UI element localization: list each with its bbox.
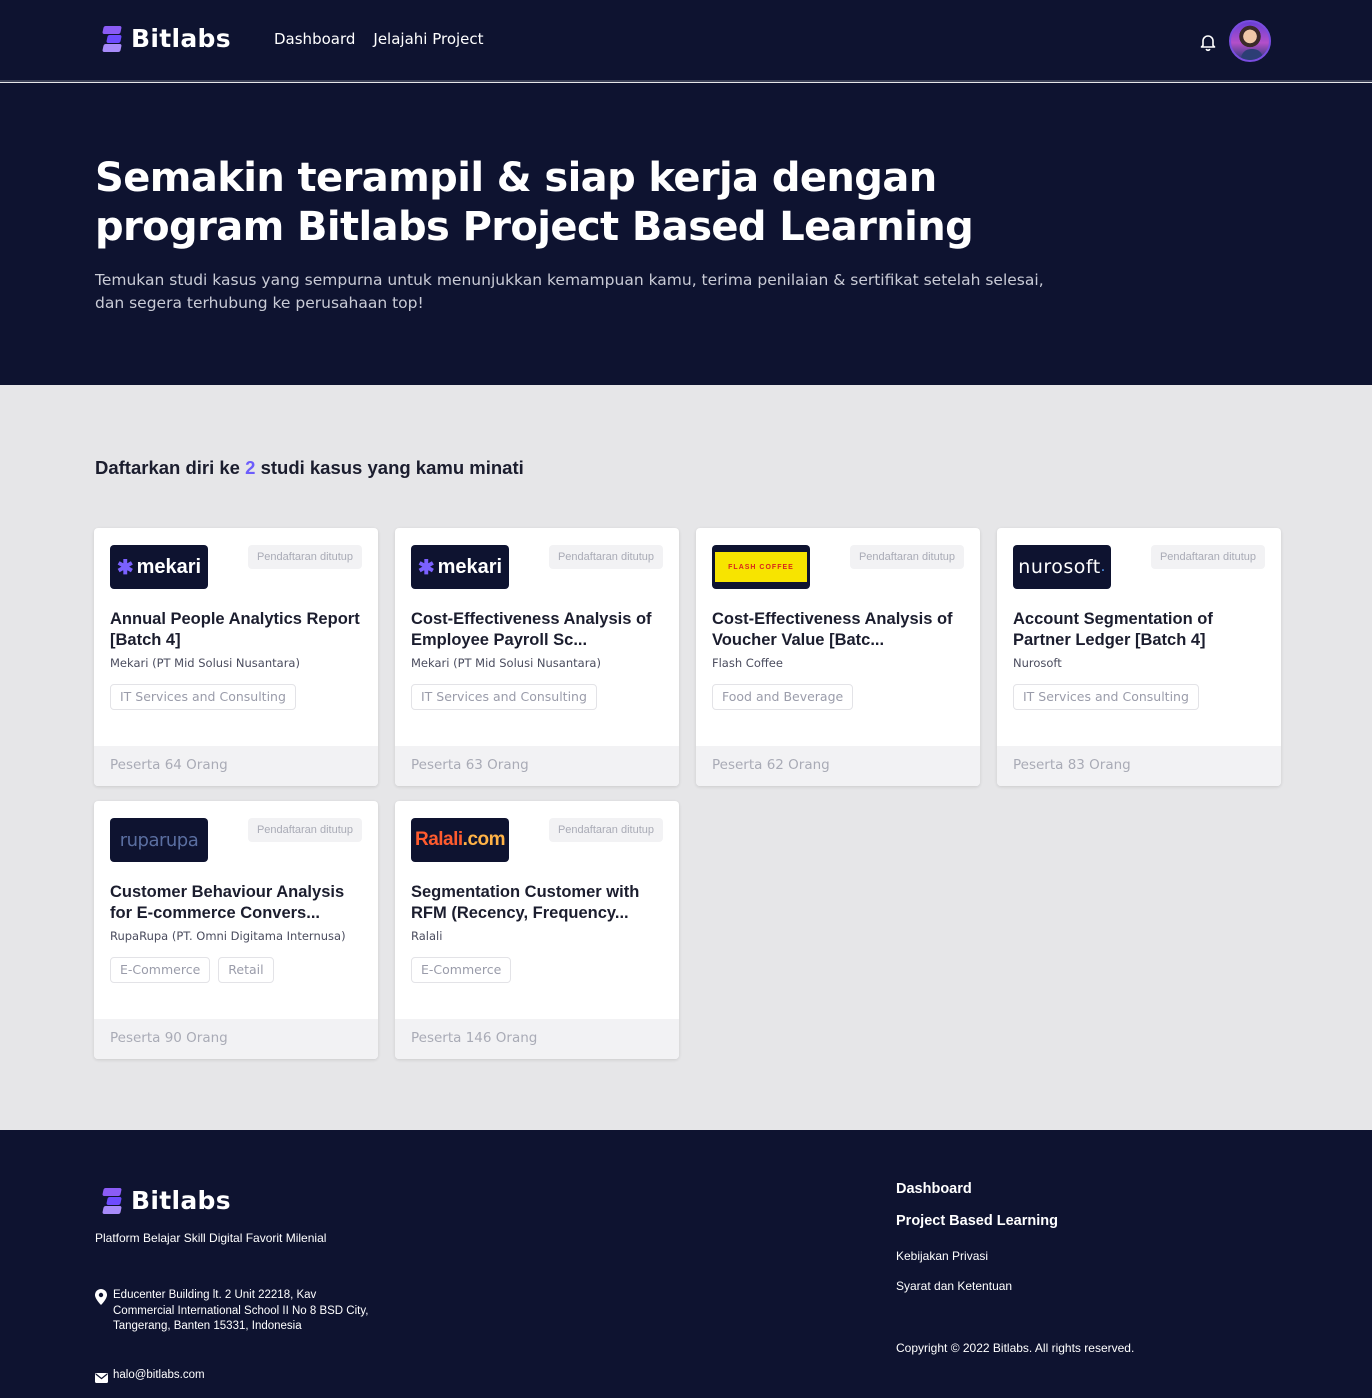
hero-subtitle: Temukan studi kasus yang sempurna untuk … xyxy=(95,271,1044,312)
participant-count: Peserta 90 Orang xyxy=(110,1030,228,1046)
tag-list: IT Services and Consulting xyxy=(110,684,296,710)
card-footer: Peserta 90 Orang xyxy=(94,1019,378,1059)
company-name: Mekari (PT Mid Solusi Nusantara) xyxy=(411,656,601,670)
card-title[interactable]: Account Segmentation of Partner Ledger [… xyxy=(1013,609,1269,650)
bitlabs-logo-icon xyxy=(101,1187,123,1214)
email-link[interactable]: halo@bitlabs.com xyxy=(113,1369,205,1381)
tag-list: IT Services and Consulting xyxy=(1013,684,1199,710)
logo-text: ruparupa xyxy=(119,829,199,851)
company-logo-mekari: ✱ mekari xyxy=(110,545,208,589)
status-badge: Pendaftaran ditutup xyxy=(548,818,663,842)
mekari-star-icon: ✱ xyxy=(417,556,435,579)
section-title-prefix: Daftarkan diri ke xyxy=(95,457,240,478)
participant-count: Peserta 62 Orang xyxy=(712,757,830,773)
company-name: Nurosoft xyxy=(1013,656,1062,670)
footer-link-privacy-policy[interactable]: Kebijakan Privasi xyxy=(896,1249,1058,1263)
main-nav: Dashboard Jelajahi Project xyxy=(274,30,484,48)
card-footer: Peserta 64 Orang xyxy=(94,746,378,786)
brand-name: Bitlabs xyxy=(131,24,231,53)
company-name: Ralali xyxy=(411,929,443,943)
address-text: Educenter Building lt. 2 Unit 22218, Kav… xyxy=(113,1289,369,1332)
footer-link-project-based-learning[interactable]: Project Based Learning xyxy=(896,1213,1058,1229)
hero-section: Semakin terampil & siap kerja dengan pro… xyxy=(0,83,1372,385)
card-footer: Peserta 63 Orang xyxy=(395,746,679,786)
section-title-suffix: studi kasus yang kamu minati xyxy=(260,457,524,478)
brand-logo-link[interactable]: Bitlabs xyxy=(101,24,231,53)
nav-link-dashboard[interactable]: Dashboard xyxy=(274,30,355,48)
industry-tag: IT Services and Consulting xyxy=(411,684,597,710)
location-pin-icon xyxy=(95,1289,107,1305)
footer-brand-name: Bitlabs xyxy=(131,1186,231,1215)
status-badge: Pendaftaran ditutup xyxy=(1150,545,1265,569)
project-card[interactable]: Ralali .com Pendaftaran ditutup Segmentat… xyxy=(395,801,679,1059)
card-footer: Peserta 83 Orang xyxy=(997,746,1281,786)
logo-text: mekari xyxy=(136,555,202,578)
logo-text: nurosoft xyxy=(1018,556,1101,578)
bell-icon[interactable] xyxy=(1198,32,1218,52)
user-avatar[interactable] xyxy=(1229,20,1271,62)
card-title[interactable]: Segmentation Customer with RFM (Recency,… xyxy=(411,882,667,923)
company-name: Mekari (PT Mid Solusi Nusantara) xyxy=(110,656,300,670)
mail-icon xyxy=(95,1370,108,1383)
industry-tag: Food and Beverage xyxy=(712,684,854,710)
footer-tagline: Platform Belajar Skill Digital Favorit M… xyxy=(95,1231,327,1245)
card-footer: Peserta 62 Orang xyxy=(696,746,980,786)
project-card[interactable]: ✱ mekari Pendaftaran ditutup Cost-Effecti… xyxy=(395,528,679,786)
card-title[interactable]: Cost-Effectiveness Analysis of Employee … xyxy=(411,609,667,650)
company-logo-flash-coffee: FLASH COFFEE xyxy=(712,545,810,589)
company-logo-mekari: ✱ mekari xyxy=(411,545,509,589)
industry-tag: Retail xyxy=(218,957,274,983)
logo-text: Ralali xyxy=(414,829,463,850)
industry-tag: IT Services and Consulting xyxy=(110,684,296,710)
footer-links: Dashboard Project Based Learning Kebijak… xyxy=(896,1181,1058,1293)
section-title: Daftarkan diri ke 2 studi kasus yang kam… xyxy=(95,457,524,479)
company-logo-ralali: Ralali .com xyxy=(411,818,509,862)
footer-brand-logo-link[interactable]: Bitlabs xyxy=(101,1186,231,1215)
tag-list: E-Commerce Retail xyxy=(110,957,274,983)
logo-text-suffix: .com xyxy=(462,829,506,850)
site-footer: Bitlabs Platform Belajar Skill Digital F… xyxy=(0,1130,1372,1398)
tag-list: Food and Beverage xyxy=(712,684,854,710)
case-study-section: Daftarkan diri ke 2 studi kasus yang kam… xyxy=(0,385,1372,1130)
footer-link-dashboard[interactable]: Dashboard xyxy=(896,1181,1058,1197)
participant-count: Peserta 146 Orang xyxy=(411,1030,538,1046)
status-badge: Pendaftaran ditutup xyxy=(849,545,964,569)
footer-link-terms[interactable]: Syarat dan Ketentuan xyxy=(896,1279,1058,1293)
logo-text: FLASH COFFEE xyxy=(715,552,807,582)
participant-count: Peserta 64 Orang xyxy=(110,757,228,773)
card-title[interactable]: Annual People Analytics Report [Batch 4] xyxy=(110,609,366,650)
mekari-star-icon: ✱ xyxy=(116,556,134,579)
company-name: Flash Coffee xyxy=(712,656,783,670)
company-logo-ruparupa: ruparupa xyxy=(110,818,208,862)
company-logo-nurosoft: nurosoft. xyxy=(1013,545,1111,589)
top-navbar: Bitlabs Dashboard Jelajahi Project xyxy=(0,0,1372,82)
card-title[interactable]: Customer Behaviour Analysis for E-commer… xyxy=(110,882,366,923)
participant-count: Peserta 83 Orang xyxy=(1013,757,1131,773)
nurosoft-dot-icon: . xyxy=(1100,559,1106,575)
project-card[interactable]: ruparupa Pendaftaran ditutup Customer Be… xyxy=(94,801,378,1059)
industry-tag: E-Commerce xyxy=(110,957,211,983)
logo-text: mekari xyxy=(437,555,503,578)
footer-email: halo@bitlabs.com xyxy=(95,1369,205,1383)
project-card[interactable]: nurosoft. Pendaftaran ditutup Account Se… xyxy=(997,528,1281,786)
industry-tag: IT Services and Consulting xyxy=(1013,684,1199,710)
tag-list: IT Services and Consulting xyxy=(411,684,597,710)
footer-address: Educenter Building lt. 2 Unit 22218, Kav… xyxy=(95,1288,373,1335)
project-card[interactable]: ✱ mekari Pendaftaran ditutup Annual Peopl… xyxy=(94,528,378,786)
copyright-text: Copyright © 2022 Bitlabs. All rights res… xyxy=(896,1341,1135,1355)
company-name: RupaRupa (PT. Omni Digitama Internusa) xyxy=(110,929,346,943)
section-title-count: 2 xyxy=(245,457,256,478)
card-footer: Peserta 146 Orang xyxy=(395,1019,679,1059)
card-title[interactable]: Cost-Effectiveness Analysis of Voucher V… xyxy=(712,609,968,650)
status-badge: Pendaftaran ditutup xyxy=(548,545,663,569)
status-badge: Pendaftaran ditutup xyxy=(247,545,362,569)
bitlabs-logo-icon xyxy=(101,25,123,52)
project-card[interactable]: FLASH COFFEE Pendaftaran ditutup Cost-Ef… xyxy=(696,528,980,786)
tag-list: E-Commerce xyxy=(411,957,512,983)
hero-title: Semakin terampil & siap kerja dengan pro… xyxy=(95,155,974,250)
status-badge: Pendaftaran ditutup xyxy=(247,818,362,842)
industry-tag: E-Commerce xyxy=(411,957,512,983)
nav-link-jelajahi-project[interactable]: Jelajahi Project xyxy=(373,30,483,48)
participant-count: Peserta 63 Orang xyxy=(411,757,529,773)
